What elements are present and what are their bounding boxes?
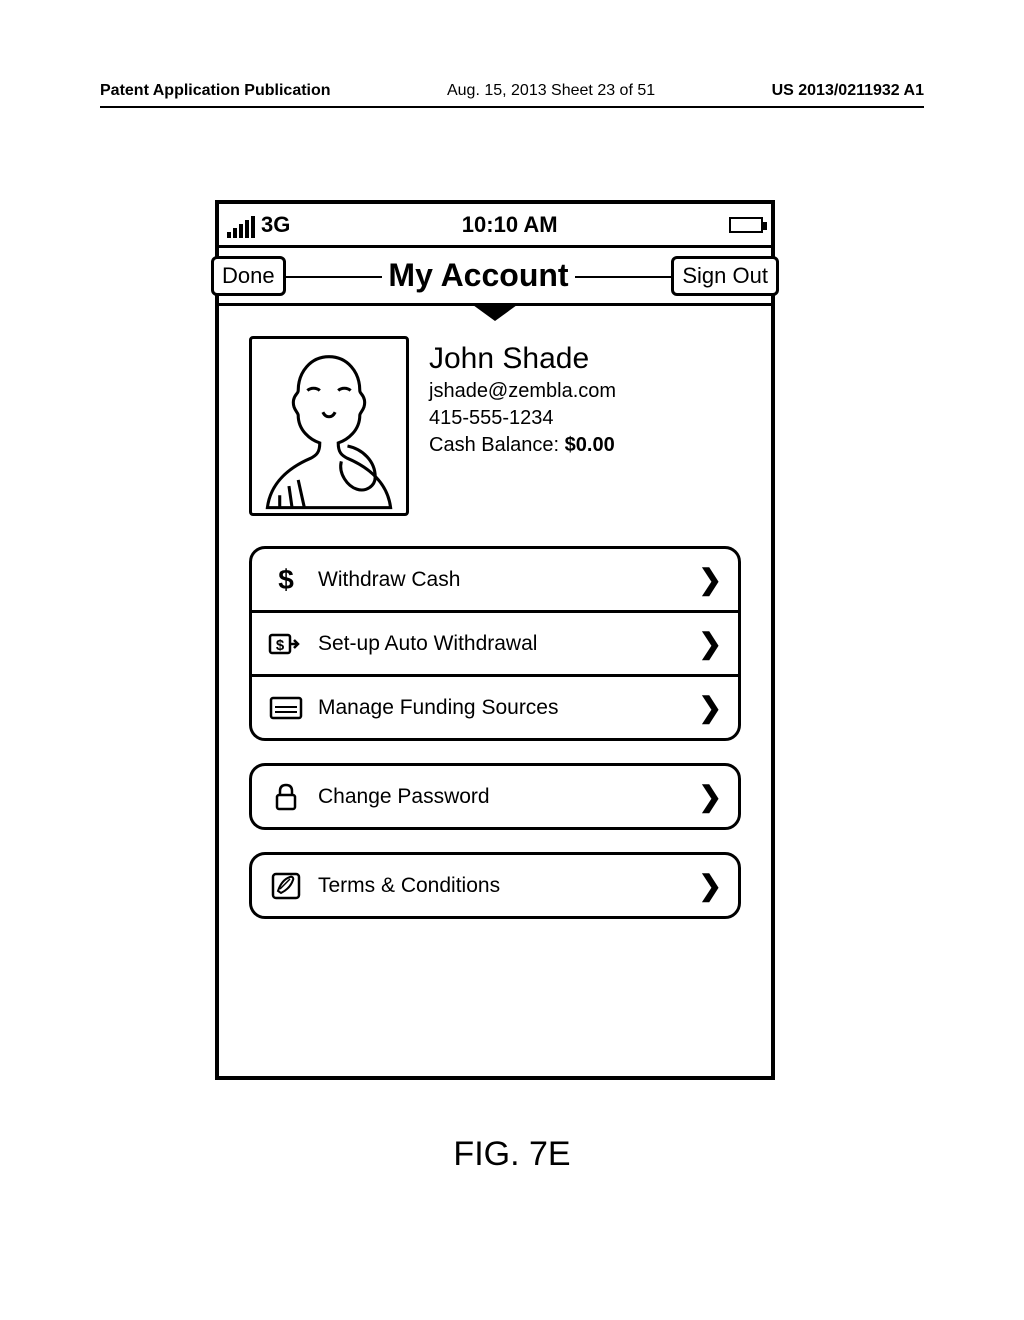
signal-icon: [227, 216, 255, 238]
avatar-drawing-icon: [252, 339, 406, 513]
menu-group-3: Terms & Conditions ❯: [249, 852, 741, 919]
profile-section: John Shade jshade@zembla.com 415-555-123…: [249, 336, 741, 516]
menu-item-terms[interactable]: Terms & Conditions ❯: [252, 855, 738, 916]
phone-frame: 3G 10:10 AM Done My Account Sign Out: [215, 200, 775, 1080]
header-right: US 2013/0211932 A1: [772, 82, 924, 100]
chevron-right-icon: ❯: [699, 691, 722, 724]
content: John Shade jshade@zembla.com 415-555-123…: [219, 306, 771, 951]
status-time: 10:10 AM: [290, 212, 729, 238]
chevron-right-icon: ❯: [699, 627, 722, 660]
chevron-right-icon: ❯: [699, 563, 722, 596]
menu-item-funding-sources[interactable]: Manage Funding Sources ❯: [252, 674, 738, 738]
menu-group-1: $ Withdraw Cash ❯ $ Set-up Auto Withdraw…: [249, 546, 741, 741]
status-bar: 3G 10:10 AM: [219, 204, 771, 248]
menu-item-withdraw-cash[interactable]: $ Withdraw Cash ❯: [252, 549, 738, 610]
card-icon: [268, 693, 304, 723]
avatar: [249, 336, 409, 516]
profile-phone: 415-555-1234: [429, 407, 741, 430]
nav-title: My Account: [382, 257, 574, 294]
profile-info: John Shade jshade@zembla.com 415-555-123…: [429, 336, 741, 516]
menu-label: Manage Funding Sources: [318, 696, 685, 720]
header-center: Aug. 15, 2013 Sheet 23 of 51: [447, 82, 655, 100]
sign-out-button[interactable]: Sign Out: [671, 256, 779, 296]
lock-icon: [268, 782, 304, 812]
dollar-icon: $: [268, 565, 304, 595]
svg-text:$: $: [278, 565, 294, 595]
header-left: Patent Application Publication: [100, 82, 331, 100]
profile-email: jshade@zembla.com: [429, 380, 741, 403]
menu-group-2: Change Password ❯: [249, 763, 741, 830]
svg-text:$: $: [276, 637, 285, 654]
menu-item-change-password[interactable]: Change Password ❯: [252, 766, 738, 827]
menu-item-auto-withdrawal[interactable]: $ Set-up Auto Withdrawal ❯: [252, 610, 738, 674]
status-left: 3G: [227, 212, 290, 238]
document-icon: [268, 871, 304, 901]
profile-balance: Cash Balance: $0.00: [429, 434, 741, 457]
menu-label: Terms & Conditions: [318, 874, 685, 898]
menu-label: Withdraw Cash: [318, 568, 685, 592]
balance-amount: $0.00: [565, 434, 615, 456]
nav-bar: Done My Account Sign Out: [219, 248, 771, 306]
battery-icon: [729, 217, 763, 233]
done-button[interactable]: Done: [211, 256, 286, 296]
chevron-right-icon: ❯: [699, 869, 722, 902]
menu-label: Set-up Auto Withdrawal: [318, 632, 685, 656]
profile-name: John Shade: [429, 342, 741, 376]
menu-label: Change Password: [318, 785, 685, 809]
network-label: 3G: [261, 212, 290, 238]
chevron-right-icon: ❯: [699, 780, 722, 813]
figure-label: FIG. 7E: [0, 1135, 1024, 1174]
dropdown-indicator-icon[interactable]: [473, 305, 517, 321]
balance-label: Cash Balance:: [429, 434, 565, 456]
page-header: Patent Application Publication Aug. 15, …: [100, 82, 924, 108]
auto-withdrawal-icon: $: [268, 629, 304, 659]
